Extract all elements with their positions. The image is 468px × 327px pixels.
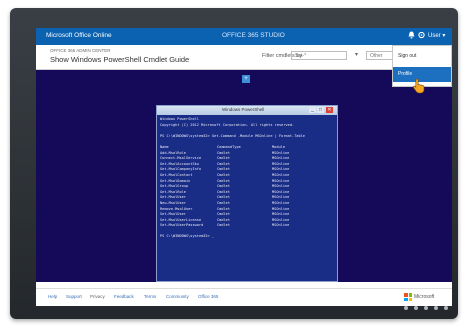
center-title: OFFICE 365 STUDIO [222,32,285,39]
footer-link-feedback[interactable]: Feedback [114,294,134,299]
footer-link-community[interactable]: Community [166,294,189,299]
page-header: OFFICE 365 ADMIN CENTER Show Windows Pow… [36,45,452,70]
add-button[interactable]: + [242,75,250,83]
close-button[interactable]: ✕ [326,107,333,113]
monitor-button[interactable] [434,306,438,310]
console-row: Set-MsolUserPassword Cmdlet MSOnline [160,223,334,229]
cmdlet-name: Set-MsolUserPassword [160,223,204,228]
top-navigation-bar: Microsoft Office Online OFFICE 365 STUDI… [36,28,452,45]
console-prompt: PS C:\WINDOWS\system32> _ [160,234,215,239]
filter-dropdown[interactable]: Set-* [291,51,347,60]
footer-link-support[interactable]: Support [66,294,82,299]
chevron-down-icon[interactable]: ▾ [355,51,358,58]
powershell-console[interactable]: Windows PowerShell Copyright (C) 2012 Mi… [160,117,334,277]
minimize-button[interactable]: _ [309,107,316,113]
footer-link-privacy[interactable]: Privacy [90,294,105,299]
console-rows: Add-MsolRole Cmdlet MSOnline Connect-MsolSe… [160,151,334,229]
monitor-button[interactable] [424,306,428,310]
monitor-button[interactable] [404,306,408,310]
gear-icon[interactable] [418,31,425,41]
menu-item-sign-out[interactable]: Sign out [393,49,451,64]
microsoft-brand: Microsoft [414,294,435,300]
microsoft-logo-icon [404,293,412,301]
powershell-window[interactable]: Windows PowerShell _ □ ✕ Windows PowerSh… [156,105,338,282]
maximize-button[interactable]: □ [317,107,324,113]
footer-link-office[interactable]: Office 365 [198,294,218,299]
module-name: MSOnline [272,223,290,228]
breadcrumb[interactable]: OFFICE 365 ADMIN CENTER [50,48,111,53]
user-menu[interactable]: User ▾ [428,32,445,39]
monitor-bezel: Microsoft Office Online OFFICE 365 STUDI… [10,8,458,319]
footer: Help Support Privacy Feedback Terms Comm… [36,288,452,306]
powershell-title: Windows PowerShell [222,107,265,112]
screen: Microsoft Office Online OFFICE 365 STUDI… [36,28,452,306]
page-title: Show Windows PowerShell Cmdlet Guide [50,55,190,64]
monitor-power-button[interactable] [444,306,448,310]
footer-link-terms[interactable]: Terms [144,294,156,299]
footer-link-help[interactable]: Help [48,294,57,299]
app-title[interactable]: Microsoft Office Online [46,32,112,39]
monitor-button[interactable] [414,306,418,310]
powershell-titlebar[interactable]: Windows PowerShell _ □ ✕ [157,106,337,115]
command-type: Cmdlet [217,223,230,228]
hand-cursor-icon [412,78,426,99]
bell-icon[interactable] [408,31,415,41]
